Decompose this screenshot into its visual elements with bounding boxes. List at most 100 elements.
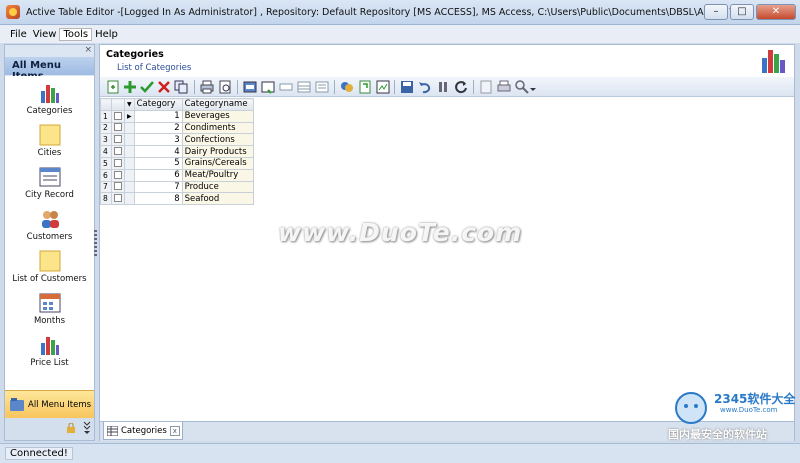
row-checkbox[interactable]	[111, 145, 125, 158]
calendar-icon	[39, 293, 61, 313]
menu-item-list-of-customers[interactable]: List of Customers	[5, 250, 94, 292]
row-number: 6	[100, 168, 112, 182]
menu-group-label: All Menu Items	[28, 399, 92, 410]
row-indicator	[124, 133, 135, 147]
delete-icon[interactable]	[157, 80, 171, 94]
mascot-icon	[675, 392, 707, 424]
cell-category-id[interactable]: 3	[133, 133, 183, 147]
cell-categoryname[interactable]: Grains/Cereals	[181, 156, 254, 170]
watermark-url: www.DuoTe.com	[720, 406, 778, 414]
column-header-categoryname[interactable]: Categoryname	[181, 98, 254, 111]
cell-category-id[interactable]: 7	[133, 180, 183, 194]
row-checkbox[interactable]	[111, 109, 125, 123]
menu-view[interactable]: View	[30, 29, 60, 40]
close-button[interactable]: ✕	[756, 4, 796, 20]
table-row[interactable]: 7 7 Produce	[100, 180, 254, 194]
menu-help[interactable]: Help	[92, 29, 121, 40]
row-indicator	[124, 192, 135, 206]
save-icon[interactable]	[400, 80, 414, 94]
row-number: 8	[100, 192, 112, 206]
app-icon	[6, 5, 20, 19]
refresh-data-icon[interactable]	[358, 80, 372, 94]
print-icon[interactable]	[497, 80, 511, 94]
refresh-icon[interactable]	[454, 80, 468, 94]
cell-category-id[interactable]: 6	[133, 168, 183, 182]
new-record-icon[interactable]	[106, 80, 120, 94]
cell-category-id[interactable]: 8	[133, 192, 183, 206]
table-row[interactable]: 6 6 Meat/Poultry	[100, 168, 254, 182]
cell-category-id[interactable]: 2	[133, 121, 183, 135]
menu-item-price-list[interactable]: Price List	[5, 334, 94, 376]
table-row[interactable]: 2 2 Condiments	[100, 121, 254, 135]
menu-file[interactable]: File	[7, 29, 30, 40]
watermark-logo: 2345软件大全 www.DuoTe.com 国内最安全的软件站	[660, 386, 798, 446]
undo-icon[interactable]	[418, 80, 432, 94]
panel-close-icon[interactable]: ×	[84, 45, 92, 55]
row-number: 7	[100, 180, 112, 194]
toolbar-options-icon[interactable]	[529, 80, 537, 94]
maximize-button[interactable]: □	[730, 4, 754, 20]
row-checkbox[interactable]	[111, 133, 125, 147]
cell-categoryname[interactable]: Seafood	[181, 192, 254, 206]
image-icon[interactable]	[376, 80, 390, 94]
table-row[interactable]: 5 5 Grains/Cereals	[100, 156, 254, 170]
menu-item-months[interactable]: Months	[5, 292, 94, 334]
row-number: 4	[100, 145, 112, 158]
add-icon[interactable]	[123, 80, 137, 94]
colors-icon[interactable]	[340, 80, 354, 94]
view-form-icon[interactable]	[261, 80, 275, 94]
cell-category-id[interactable]: 5	[133, 156, 183, 170]
menu-item-city-record[interactable]: City Record	[5, 166, 94, 208]
view-list-icon[interactable]	[315, 80, 329, 94]
row-number: 1	[100, 109, 112, 123]
tab-categories[interactable]: Categories x	[103, 422, 183, 440]
configure-buttons-icon[interactable]	[83, 421, 91, 435]
cell-categoryname[interactable]: Confections	[181, 133, 254, 147]
row-checkbox[interactable]	[111, 180, 125, 194]
minimize-button[interactable]: –	[704, 4, 728, 20]
cell-category-id[interactable]: 1	[133, 109, 183, 123]
cell-categoryname[interactable]: Produce	[181, 180, 254, 194]
cell-categoryname[interactable]: Dairy Products	[181, 145, 254, 158]
header-corner	[111, 98, 125, 111]
cell-categoryname[interactable]: Meat/Poultry	[181, 168, 254, 182]
document-icon[interactable]	[479, 80, 493, 94]
tab-close-icon[interactable]: x	[169, 425, 180, 436]
panel-splitter[interactable]	[94, 230, 97, 256]
view-single-icon[interactable]	[279, 80, 293, 94]
copy-icon[interactable]	[174, 80, 188, 94]
row-indicator	[124, 145, 135, 158]
menu-tools[interactable]: Tools	[59, 27, 93, 41]
menu-item-cities[interactable]: Cities	[5, 124, 94, 166]
print-preview-icon[interactable]	[218, 80, 232, 94]
row-number: 5	[100, 156, 112, 170]
table-row[interactable]: 3 3 Confections	[100, 133, 254, 147]
search-icon[interactable]	[515, 80, 529, 94]
view-grid-icon[interactable]	[297, 80, 311, 94]
lock-icon[interactable]	[67, 423, 75, 433]
menu-item-label: Price List	[30, 358, 69, 368]
tab-label: Categories	[121, 425, 167, 436]
row-checkbox[interactable]	[111, 192, 125, 206]
column-header-category[interactable]: Category	[133, 98, 183, 111]
row-checkbox[interactable]	[111, 156, 125, 170]
table-row[interactable]: 8 8 Seafood	[100, 192, 254, 206]
note-icon	[39, 250, 61, 272]
row-checkbox[interactable]	[111, 121, 125, 135]
menu-group-all-items[interactable]: All Menu Items	[5, 390, 94, 418]
menu-item-label: Customers	[26, 232, 73, 242]
export-icon[interactable]	[243, 80, 257, 94]
folder-icon	[10, 398, 24, 411]
pause-icon[interactable]	[436, 80, 450, 94]
menu-item-categories[interactable]: Categories	[5, 82, 94, 124]
filter-icon[interactable]: ▼	[124, 98, 135, 111]
check-icon[interactable]	[140, 80, 154, 94]
cell-categoryname[interactable]: Beverages	[181, 109, 254, 123]
table-row[interactable]: 4 4 Dairy Products	[100, 145, 254, 158]
print-icon[interactable]	[200, 80, 214, 94]
row-checkbox[interactable]	[111, 168, 125, 182]
cell-categoryname[interactable]: Condiments	[181, 121, 254, 135]
table-row[interactable]: 1 ▶ 1 Beverages	[100, 109, 254, 123]
menu-item-customers[interactable]: Customers	[5, 208, 94, 250]
cell-category-id[interactable]: 4	[133, 145, 183, 158]
